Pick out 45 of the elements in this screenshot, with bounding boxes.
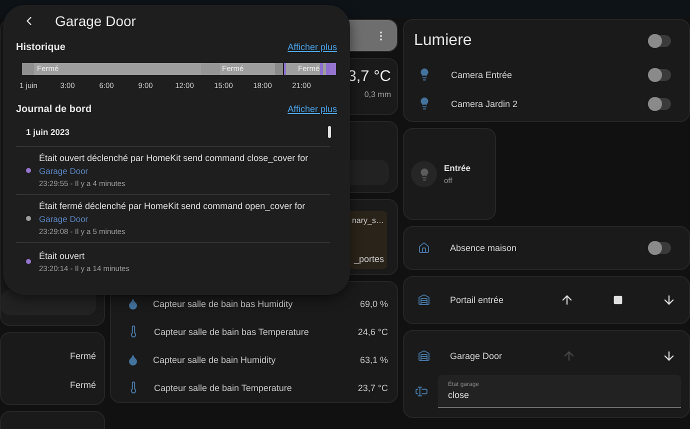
garage-icon xyxy=(418,350,430,362)
text-input-icon xyxy=(415,385,428,398)
toggle-switch[interactable] xyxy=(649,98,671,110)
garage-icon xyxy=(418,294,430,306)
dialog-title: Garage Door xyxy=(55,12,136,28)
droplet-icon xyxy=(127,354,139,366)
lightbulb-icon xyxy=(418,97,431,110)
state-value: Fermé xyxy=(70,350,96,360)
scrollbar-thumb[interactable] xyxy=(328,126,331,138)
toggle-switch[interactable] xyxy=(649,68,671,80)
entity-name: Absence maison xyxy=(450,243,517,253)
entity-name: Garage Door xyxy=(450,351,502,361)
state-value: Fermé xyxy=(70,380,96,390)
show-more-link[interactable]: Afficher plus xyxy=(288,104,337,114)
toggle-switch[interactable] xyxy=(649,242,671,254)
log-message: Était fermé déclenché par HomeKit send command open_cover for xyxy=(39,201,306,211)
light-name: Camera Jardin 2 xyxy=(451,98,518,108)
entity-link[interactable]: Garage Door xyxy=(39,214,306,224)
sensor-name: Capteur salle de bain bas Temperature xyxy=(154,326,309,337)
section-title: Historique xyxy=(16,42,66,52)
droplet-icon xyxy=(127,298,139,310)
toggle-switch[interactable] xyxy=(649,35,671,47)
log-message: Était ouvert xyxy=(39,250,86,260)
show-more-link[interactable]: Afficher plus xyxy=(288,42,337,52)
sensor-value: 69,0 % xyxy=(360,298,388,309)
notice-text: _portes xyxy=(354,254,384,264)
section-title: Journal de bord xyxy=(16,104,92,114)
house-icon xyxy=(418,242,430,254)
lightbulb-icon xyxy=(418,68,431,81)
sensor-value: 63,1 % xyxy=(360,354,388,365)
entity-name: Portail entrée xyxy=(450,295,504,305)
light-name: Camera Entrée xyxy=(451,70,512,80)
sensor-value: 24,6 °C xyxy=(358,326,388,337)
precipitation-value: 0,3 mm xyxy=(364,90,391,99)
sensor-value: 23,7 °C xyxy=(358,382,388,393)
log-message: Était ouvert déclenché par HomeKit send command close_cover for xyxy=(39,153,308,163)
card-title: Lumiere xyxy=(414,32,472,50)
sensor-name: Capteur salle de bain Humidity xyxy=(153,354,276,365)
sensor-name: Capteur salle de bain bas Humidity xyxy=(153,298,293,309)
notice-text: nary_s… xyxy=(352,216,384,225)
lightbulb-icon xyxy=(411,161,437,187)
tile-name: Entrée xyxy=(444,163,470,173)
date-heading: 1 juin 2023 xyxy=(26,127,70,137)
sensor-name: Capteur salle de bain Temperature xyxy=(154,382,292,393)
entity-link[interactable]: Garage Door xyxy=(39,166,308,176)
